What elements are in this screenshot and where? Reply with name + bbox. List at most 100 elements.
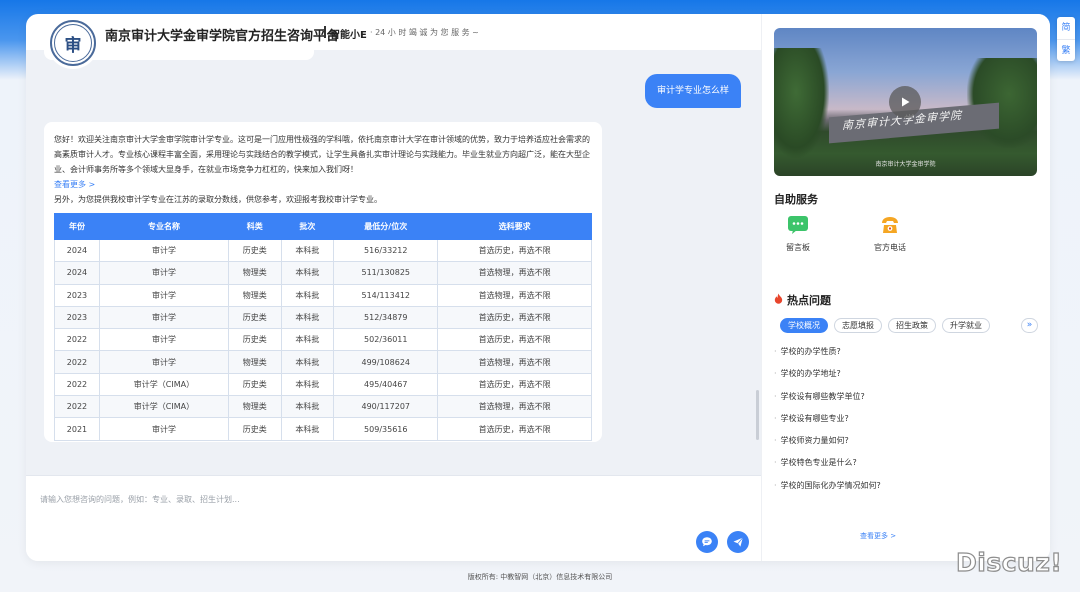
tab-school-overview[interactable]: 学校概况 bbox=[780, 318, 828, 333]
video-trees-left bbox=[774, 48, 829, 158]
table-cell: 490/117207 bbox=[333, 395, 439, 419]
chat-bubble-icon bbox=[702, 537, 712, 547]
table-row: 2024 审计学 物理类 本科批 511/130825 首选物理，再选不限 bbox=[54, 261, 592, 285]
table-cell: 499/108624 bbox=[333, 350, 439, 374]
tab-further-study-employment[interactable]: 升学就业 bbox=[942, 318, 990, 333]
table-cell: 首选物理，再选不限 bbox=[437, 261, 592, 285]
table-row: 2022 审计学（CIMA） 物理类 本科批 490/117207 首选物理，再选不限 bbox=[54, 395, 592, 419]
play-icon bbox=[902, 97, 910, 107]
table-cell: 2022 bbox=[54, 395, 100, 419]
message-board-button[interactable]: 留言板 bbox=[778, 214, 818, 253]
table-row: 2022 审计学（CIMA） 历史类 本科批 495/40467 首选历史，再选不限 bbox=[54, 372, 592, 397]
table-cell: 历史类 bbox=[227, 417, 282, 441]
table-cell: 首选历史，再选不限 bbox=[437, 305, 592, 330]
table-cell: 本科批 bbox=[280, 372, 335, 397]
table-cell: 首选历史，再选不限 bbox=[437, 238, 592, 263]
hot-question-item[interactable]: 学校的办学性质? bbox=[774, 346, 881, 368]
input-area bbox=[26, 475, 761, 561]
table-row: 2023 审计学 物理类 本科批 514/113412 首选物理，再选不限 bbox=[54, 283, 592, 307]
table-cell: 首选历史，再选不限 bbox=[437, 372, 592, 397]
tabs-next-button[interactable]: » bbox=[1021, 318, 1038, 333]
copyright-footer: 版权所有: 中教智网（北京）信息技术有限公司 bbox=[467, 573, 613, 581]
table-cell: 512/34879 bbox=[333, 305, 439, 330]
logo-emblem: 审 bbox=[54, 24, 92, 62]
official-phone-label: 官方电话 bbox=[874, 243, 906, 252]
message-board-icon bbox=[787, 214, 809, 236]
chat-scrollbar[interactable] bbox=[756, 390, 759, 440]
column-header: 批次 bbox=[280, 213, 335, 240]
hot-question-item[interactable]: 学校的办学地址? bbox=[774, 368, 881, 390]
see-more-questions-link[interactable]: 查看更多 > bbox=[860, 531, 896, 541]
site-title: 南京审计大学金审学院官方招生咨询平台 bbox=[105, 29, 340, 44]
table-cell: 审计学 bbox=[98, 261, 229, 285]
table-cell: 物理类 bbox=[227, 395, 282, 419]
main-card: 审 南京审计大学金审学院官方招生咨询平台 智能小E · 24 小 时 竭 诚 为… bbox=[26, 14, 1050, 561]
table-cell: 2021 bbox=[54, 417, 100, 441]
double-chevron-right-icon: » bbox=[1026, 320, 1033, 330]
column-header: 年份 bbox=[54, 213, 100, 240]
table-cell: 物理类 bbox=[227, 261, 282, 285]
table-cell: 首选历史，再选不限 bbox=[437, 328, 592, 352]
table-cell: 2023 bbox=[54, 305, 100, 330]
hot-question-list: 学校的办学性质?学校的办学地址?学校设有哪些教学单位?学校设有哪些专业?学校师资… bbox=[774, 346, 881, 502]
video-caption: 南京审计大学金审学院 bbox=[875, 161, 936, 168]
discuz-watermark: Discuz! bbox=[955, 547, 1063, 577]
table-cell: 历史类 bbox=[227, 328, 282, 352]
column-header: 科类 bbox=[227, 213, 282, 240]
view-more-link[interactable]: 查看更多 > bbox=[54, 177, 592, 192]
column-header: 最低分/位次 bbox=[333, 213, 439, 240]
tab-admission-policy[interactable]: 招生政策 bbox=[888, 318, 936, 333]
send-button[interactable] bbox=[727, 531, 749, 553]
table-cell: 审计学 bbox=[98, 238, 229, 263]
hot-question-item[interactable]: 学校设有哪些专业? bbox=[774, 413, 881, 435]
table-cell: 本科批 bbox=[280, 261, 335, 285]
hot-question-item[interactable]: 学校设有哪些教学单位? bbox=[774, 391, 881, 413]
chat-header: 审 南京审计大学金审学院官方招生咨询平台 智能小E · 24 小 时 竭 诚 为… bbox=[26, 14, 761, 66]
table-cell: 2023 bbox=[54, 283, 100, 307]
table-row: 2022 审计学 历史类 本科批 502/36011 首选历史，再选不限 bbox=[54, 328, 592, 352]
table-cell: 511/130825 bbox=[333, 261, 439, 285]
bot-message-bubble: 您好！欢迎关注南京审计大学金审学院审计学专业。这可是一门应用性极强的学科哦，依托… bbox=[44, 122, 602, 442]
question-input[interactable] bbox=[40, 484, 720, 514]
table-cell: 本科批 bbox=[280, 350, 335, 374]
play-button[interactable] bbox=[889, 86, 921, 118]
table-cell: 物理类 bbox=[227, 350, 282, 374]
language-switcher: 简 繁 bbox=[1057, 17, 1075, 61]
official-phone-button[interactable]: 官方电话 bbox=[870, 214, 910, 253]
table-cell: 本科批 bbox=[280, 417, 335, 441]
chat-messages[interactable]: 审计学专业怎么样 您好！欢迎关注南京审计大学金审学院审计学专业。这可是一门应用性… bbox=[26, 50, 761, 475]
flame-icon bbox=[774, 293, 783, 304]
tab-application[interactable]: 志愿填报 bbox=[834, 318, 882, 333]
table-cell: 审计学 bbox=[98, 417, 229, 441]
simplified-chinese-button[interactable]: 简 bbox=[1057, 17, 1075, 39]
hot-question-item[interactable]: 学校的国际化办学情况如何? bbox=[774, 480, 881, 502]
table-cell: 502/36011 bbox=[333, 328, 439, 352]
table-cell: 509/35616 bbox=[333, 417, 439, 441]
table-cell: 首选物理，再选不限 bbox=[437, 395, 592, 419]
table-row: 2023 审计学 历史类 本科批 512/34879 首选历史，再选不限 bbox=[54, 305, 592, 330]
user-message-bubble: 审计学专业怎么样 bbox=[644, 74, 741, 108]
hot-question-item[interactable]: 学校师资力量如何? bbox=[774, 435, 881, 457]
table-cell: 首选物理，再选不限 bbox=[437, 350, 592, 374]
table-cell: 审计学 bbox=[98, 328, 229, 352]
hot-question-item[interactable]: 学校特色专业是什么? bbox=[774, 457, 881, 479]
table-cell: 2022 bbox=[54, 350, 100, 374]
table-cell: 审计学 bbox=[98, 350, 229, 374]
table-cell: 审计学 bbox=[98, 305, 229, 330]
table-cell: 2022 bbox=[54, 328, 100, 352]
chat-bubble-button[interactable] bbox=[696, 531, 718, 553]
hot-topic-tabs: 学校概况 志愿填报 招生政策 升学就业 bbox=[780, 318, 990, 333]
traditional-chinese-button[interactable]: 繁 bbox=[1057, 39, 1075, 61]
bot-intro-text: 您好！欢迎关注南京审计大学金审学院审计学专业。这可是一门应用性极强的学科哦，依托… bbox=[54, 135, 590, 174]
table-cell: 2024 bbox=[54, 261, 100, 285]
column-header: 选科要求 bbox=[437, 213, 592, 240]
header-divider bbox=[324, 26, 326, 38]
table-cell: 审计学（CIMA） bbox=[98, 395, 229, 419]
campus-video[interactable]: 南京审计大学金审学院 南京审计大学金审学院 bbox=[774, 28, 1037, 176]
table-cell: 首选物理，再选不限 bbox=[437, 283, 592, 307]
bot-tagline: · 24 小 时 竭 诚 为 您 服 务 ~ bbox=[370, 28, 479, 37]
table-cell: 物理类 bbox=[227, 283, 282, 307]
school-logo: 审 bbox=[50, 20, 96, 66]
table-cell: 审计学（CIMA） bbox=[98, 372, 229, 397]
right-sidebar: 南京审计大学金审学院 南京审计大学金审学院 自助服务 留言板 官方电话 热点问题… bbox=[761, 14, 1050, 561]
